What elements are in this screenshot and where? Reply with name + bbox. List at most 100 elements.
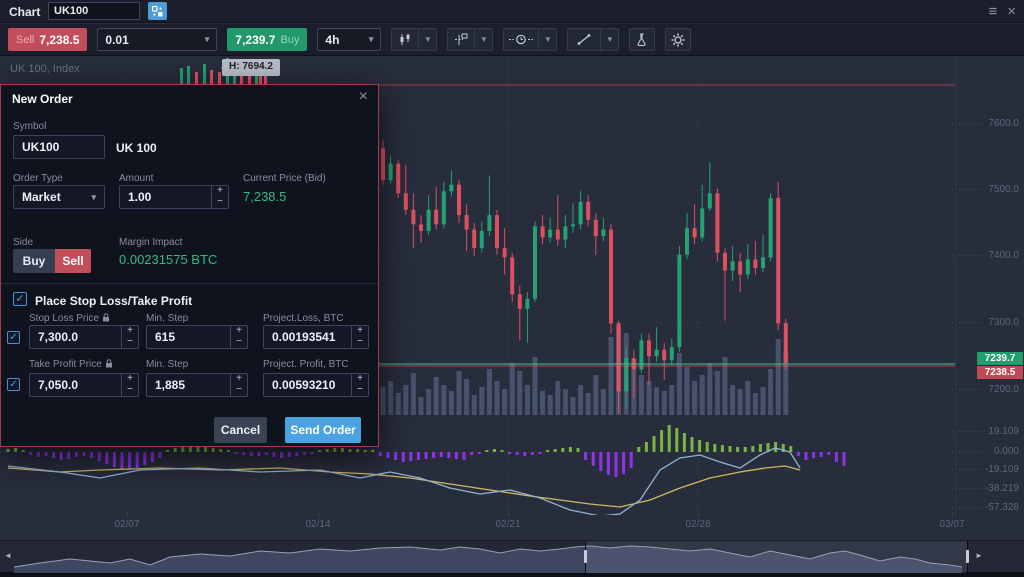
take-profit-checkbox[interactable]: ✓: [7, 378, 20, 391]
time-axis[interactable]: 02/0702/1402/2102/2803/07: [0, 515, 1024, 540]
close-icon[interactable]: ×: [1007, 1, 1016, 22]
candlestick-icon: [392, 29, 418, 50]
timeframe-dropdown[interactable]: 4h ▾: [317, 28, 381, 51]
chevron-down-icon: ▾: [474, 29, 492, 50]
symbol-display-name: UK 100: [116, 141, 157, 155]
indicator-tick-label: 19.109: [956, 426, 1024, 437]
tp-proj-decrement-button[interactable]: −: [352, 385, 368, 396]
sl-price-decrement-button[interactable]: −: [122, 337, 138, 348]
symbol-input[interactable]: [48, 2, 140, 20]
analysis-button[interactable]: [629, 28, 655, 51]
price-tick-label: 7500.0: [956, 184, 1024, 195]
order-type-value: Market: [22, 190, 61, 204]
dialog-title: New Order: [12, 92, 73, 106]
trading-app-window: UK 100, Index H: 7694.2 Chart ≡ × Sell 7…: [0, 0, 1024, 577]
sltp-checkbox[interactable]: ✓: [13, 292, 27, 306]
take-profit-price-field[interactable]: 7,050.0 +−: [29, 373, 139, 397]
price-pointer-icon: [448, 29, 474, 50]
sl-proj-decrement-button[interactable]: −: [352, 337, 368, 348]
navigator-left-handle[interactable]: [584, 550, 587, 563]
symbol-field-value: UK100: [14, 140, 104, 154]
sltp-checkbox-label: Place Stop Loss/Take Profit: [35, 294, 192, 308]
tp-step-decrement-button[interactable]: −: [231, 385, 247, 396]
chevron-down-icon: ▾: [91, 192, 96, 203]
buy-button[interactable]: 7,239.7 Buy: [227, 28, 307, 51]
date-tick-label: 02/21: [495, 519, 520, 530]
dialog-close-icon[interactable]: ×: [359, 88, 368, 106]
sell-button[interactable]: Sell 7,238.5: [8, 28, 87, 51]
indicator-tick-label: -38.219: [956, 483, 1024, 494]
clock-icon: [504, 29, 538, 50]
tp-price-decrement-button[interactable]: −: [122, 385, 138, 396]
take-profit-price-label: Take Profit Price: [29, 359, 113, 370]
sl-projected-loss-value: 0.00193541: [264, 330, 351, 344]
tp-min-step-field[interactable]: 1,885 +−: [146, 373, 248, 397]
trade-toolbar: Sell 7,238.5 0.01 ▾ 7,239.7 Buy 4h ▾ ▾ ▾: [0, 24, 1024, 56]
stop-loss-price-value: 7,300.0: [30, 330, 121, 344]
tp-projected-profit-value: 0.00593210: [264, 378, 351, 392]
order-type-select[interactable]: Market ▾: [13, 185, 105, 209]
scroll-right-icon[interactable]: ►: [975, 551, 983, 560]
gear-icon: [671, 33, 685, 47]
sl-min-step-field[interactable]: 615 +−: [146, 325, 248, 349]
amount-decrement-button[interactable]: −: [212, 197, 228, 208]
menu-icon[interactable]: ≡: [988, 1, 997, 22]
ask-price-badge: 7239.7: [977, 352, 1023, 365]
compare-instrument-button[interactable]: [148, 2, 167, 20]
stop-loss-checkbox[interactable]: ✓: [7, 331, 20, 344]
price-tick-label: 7200.0: [956, 384, 1024, 395]
order-size-dropdown[interactable]: 0.01 ▾: [97, 28, 217, 51]
indicator-pointer-dropdown[interactable]: ▾: [447, 28, 493, 51]
indicator-tick-label: -57.328: [956, 502, 1024, 513]
current-price-label: Current Price (Bid): [243, 173, 326, 184]
chart-type-dropdown[interactable]: ▾: [391, 28, 437, 51]
sell-price: 7,238.5: [39, 33, 79, 47]
navigator-selected-range[interactable]: [585, 541, 968, 573]
instrument-label: UK 100, Index: [10, 63, 80, 75]
sl-min-step-label: Min. Step: [146, 313, 188, 324]
date-tick-label: 02/07: [114, 519, 139, 530]
price-tick-label: 7600.0: [956, 118, 1024, 129]
margin-impact-label: Margin Impact: [119, 237, 182, 248]
page-title: Chart: [9, 5, 40, 19]
price-tick-label: 7400.0: [956, 250, 1024, 261]
drawing-tool-dropdown[interactable]: ▾: [567, 28, 619, 51]
navigator-right-handle[interactable]: [966, 550, 969, 563]
symbol-field[interactable]: UK100: [13, 135, 105, 159]
time-interval-dropdown[interactable]: ▾: [503, 28, 557, 51]
amount-value: 1.00: [120, 190, 211, 204]
sl-projected-loss-field[interactable]: 0.00193541 +−: [263, 325, 369, 349]
side-sell-button[interactable]: Sell: [55, 249, 91, 273]
date-tick-label: 03/07: [939, 519, 964, 530]
side-buy-button[interactable]: Buy: [13, 249, 55, 273]
chevron-down-icon: ▾: [538, 29, 556, 50]
sl-proj-label: Project.Loss, BTC: [263, 313, 344, 324]
settings-button[interactable]: [665, 28, 691, 51]
chevron-down-icon: ▾: [369, 34, 374, 45]
tp-proj-label: Project. Profit, BTC: [263, 359, 349, 370]
scroll-left-icon[interactable]: ◄: [4, 551, 12, 560]
buy-button-label: Buy: [280, 34, 299, 46]
new-order-dialog: New Order × Symbol UK100 UK 100 Order Ty…: [0, 84, 379, 447]
chevron-down-icon: ▾: [418, 29, 436, 50]
amount-field[interactable]: 1.00 +−: [119, 185, 229, 209]
lock-icon: [105, 359, 113, 368]
cancel-button[interactable]: Cancel: [214, 417, 267, 443]
amount-label: Amount: [119, 173, 153, 184]
high-price-tooltip: H: 7694.2: [222, 59, 280, 76]
chevron-down-icon: ▾: [205, 34, 210, 45]
tp-min-step-value: 1,885: [147, 378, 230, 392]
send-order-button[interactable]: Send Order: [285, 417, 361, 443]
chart-navigator[interactable]: ◄ ►: [0, 540, 1024, 572]
indicator-tick-label: 0.000: [956, 446, 1024, 457]
price-axis[interactable]: 7600.07500.07400.07300.07200.019.1090.00…: [955, 58, 1024, 515]
sl-min-step-value: 615: [147, 330, 230, 344]
sl-step-decrement-button[interactable]: −: [231, 337, 247, 348]
trendline-icon: [568, 29, 600, 50]
lock-icon: [102, 313, 110, 322]
timeframe-value: 4h: [325, 33, 339, 47]
tp-projected-profit-field[interactable]: 0.00593210 +−: [263, 373, 369, 397]
chevron-down-icon: ▾: [600, 29, 618, 50]
stop-loss-price-field[interactable]: 7,300.0 +−: [29, 325, 139, 349]
title-bar: Chart ≡ ×: [0, 0, 1024, 23]
